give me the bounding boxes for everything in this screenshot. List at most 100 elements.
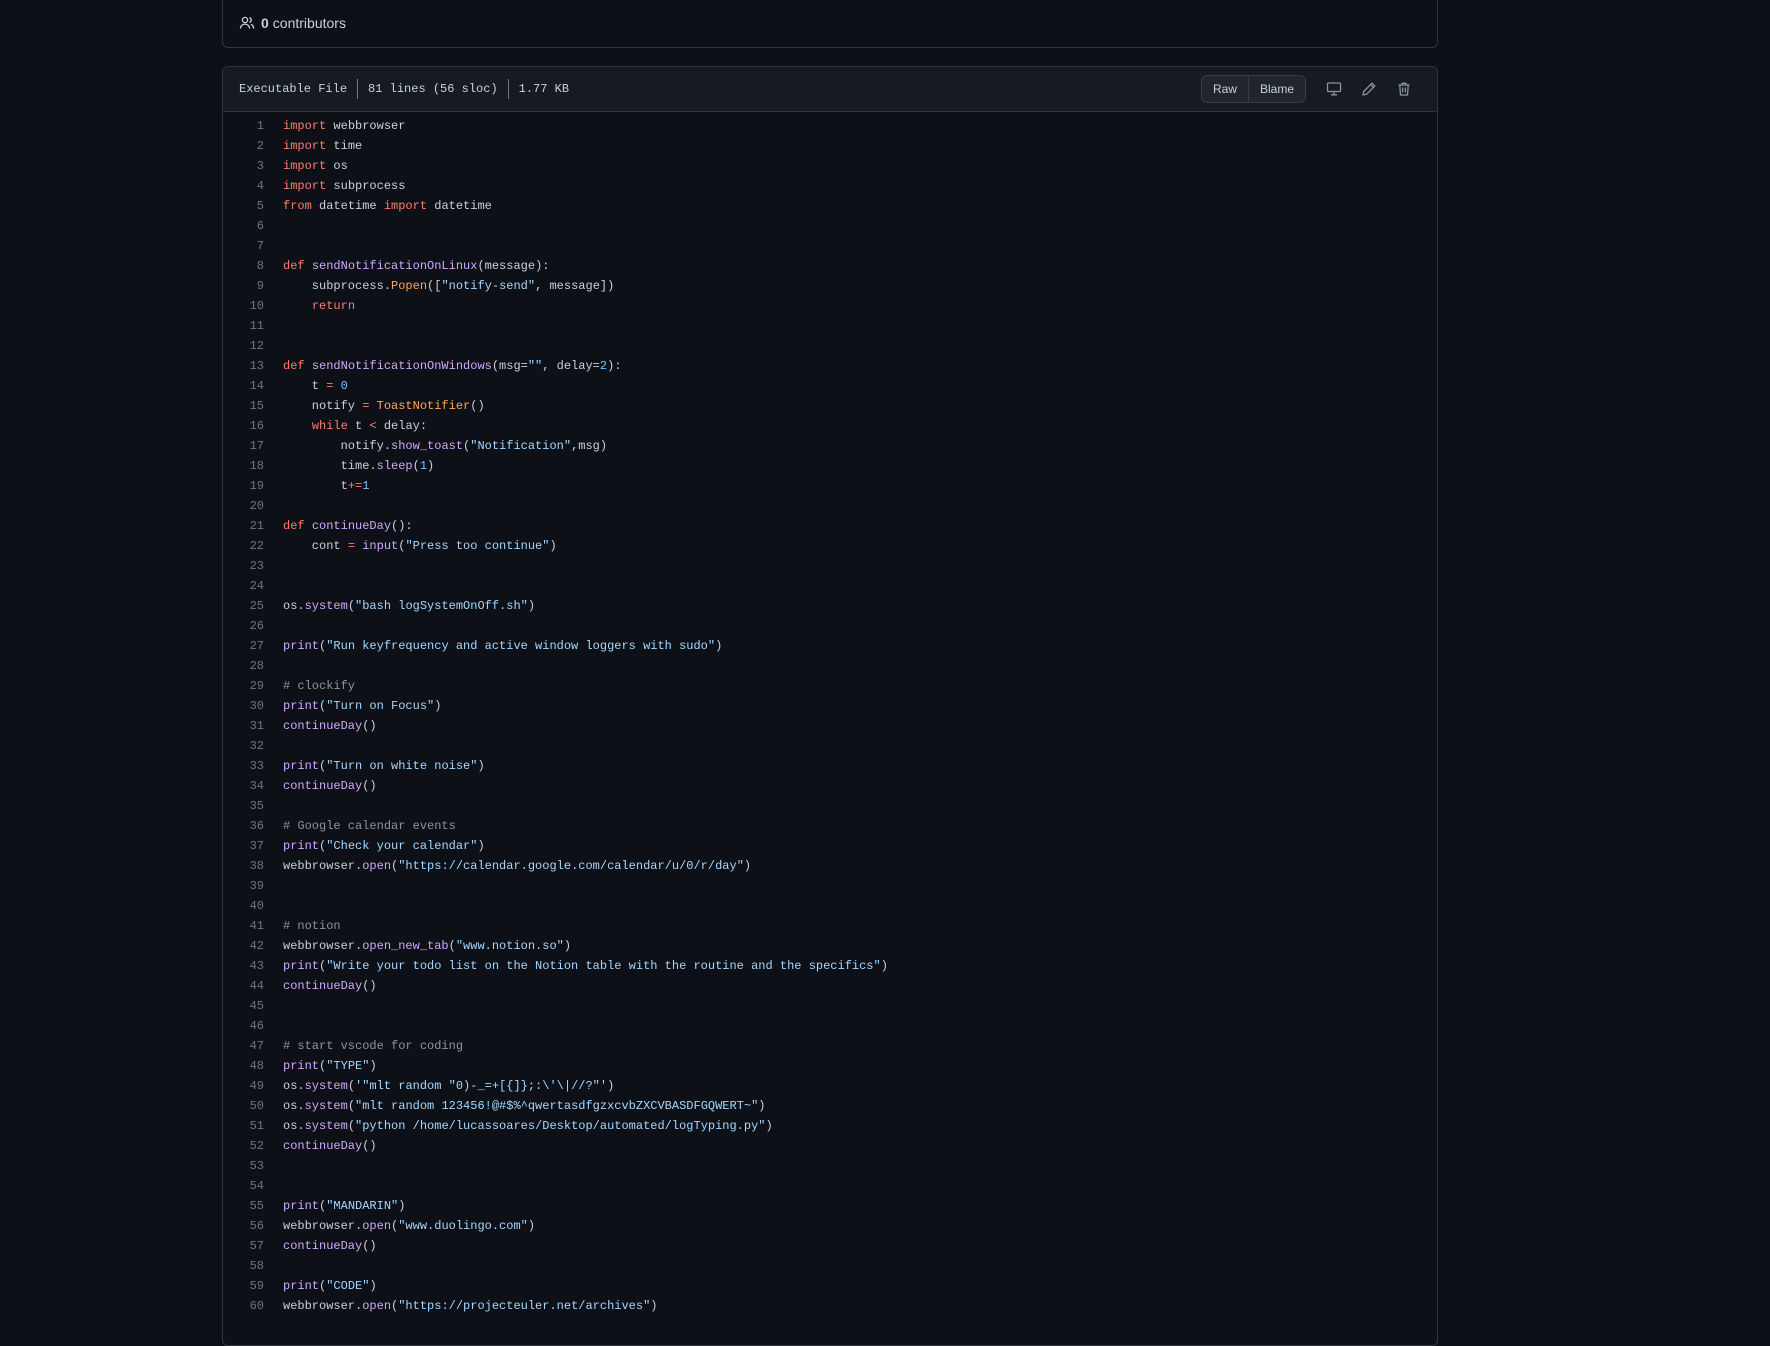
line-content: continueDay() bbox=[283, 976, 377, 996]
line-number[interactable]: 39 bbox=[223, 876, 283, 896]
code-token: ) bbox=[880, 959, 888, 973]
line-content: webbrowser.open("https://projecteuler.ne… bbox=[283, 1296, 657, 1316]
line-content: continueDay() bbox=[283, 1236, 377, 1256]
line-number[interactable]: 10 bbox=[223, 296, 283, 316]
line-number[interactable]: 60 bbox=[223, 1296, 283, 1316]
line-number[interactable]: 37 bbox=[223, 836, 283, 856]
code-token: "Turn on white noise" bbox=[326, 759, 478, 773]
line-number[interactable]: 49 bbox=[223, 1076, 283, 1096]
line-number[interactable]: 5 bbox=[223, 196, 283, 216]
code-token: notify bbox=[283, 399, 363, 413]
line-number[interactable]: 1 bbox=[223, 116, 283, 136]
line-number[interactable]: 36 bbox=[223, 816, 283, 836]
line-number[interactable]: 44 bbox=[223, 976, 283, 996]
line-number[interactable]: 51 bbox=[223, 1116, 283, 1136]
code-token: ) bbox=[427, 459, 435, 473]
line-number[interactable]: 58 bbox=[223, 1256, 283, 1276]
line-number[interactable]: 15 bbox=[223, 396, 283, 416]
code-token: notify. bbox=[283, 439, 392, 453]
line-number[interactable]: 14 bbox=[223, 376, 283, 396]
code-token: ( bbox=[347, 1099, 356, 1113]
code-line: 51 os.system("python /home/lucassoares/De… bbox=[223, 1116, 1437, 1136]
code-line: 28 bbox=[223, 656, 1437, 676]
line-number[interactable]: 22 bbox=[223, 536, 283, 556]
line-content: print("Check your calendar") bbox=[283, 836, 485, 856]
line-number[interactable]: 59 bbox=[223, 1276, 283, 1296]
line-number[interactable]: 4 bbox=[223, 176, 283, 196]
code-token: "MANDARIN" bbox=[326, 1199, 399, 1213]
line-number[interactable]: 7 bbox=[223, 236, 283, 256]
line-number[interactable]: 43 bbox=[223, 956, 283, 976]
code-line: 22 cont = input("Press too continue") bbox=[223, 536, 1437, 556]
line-number[interactable]: 18 bbox=[223, 456, 283, 476]
code-token: import bbox=[283, 139, 327, 153]
line-number[interactable]: 41 bbox=[223, 916, 283, 936]
code-line: 46 bbox=[223, 1016, 1437, 1036]
line-number[interactable]: 27 bbox=[223, 636, 283, 656]
line-number[interactable]: 55 bbox=[223, 1196, 283, 1216]
code-line: 2 import time bbox=[223, 136, 1437, 156]
code-token: # start vscode for coding bbox=[283, 1039, 464, 1053]
line-number[interactable]: 33 bbox=[223, 756, 283, 776]
blame-button[interactable]: Blame bbox=[1247, 76, 1305, 102]
line-number[interactable]: 25 bbox=[223, 596, 283, 616]
line-number[interactable]: 50 bbox=[223, 1096, 283, 1116]
line-number[interactable]: 13 bbox=[223, 356, 283, 376]
line-number[interactable]: 31 bbox=[223, 716, 283, 736]
line-content: webbrowser.open_new_tab("www.notion.so") bbox=[283, 936, 571, 956]
line-number[interactable]: 34 bbox=[223, 776, 283, 796]
code-token: webbrowser. bbox=[283, 939, 363, 953]
line-number[interactable]: 57 bbox=[223, 1236, 283, 1256]
line-number[interactable]: 21 bbox=[223, 516, 283, 536]
code-token: "https://calendar.google.com/calendar/u/… bbox=[398, 859, 744, 873]
code-line: 10 return bbox=[223, 296, 1437, 316]
code-token: ) bbox=[607, 1079, 615, 1093]
line-content: webbrowser.open("https://calendar.google… bbox=[283, 856, 751, 876]
code-token: system bbox=[304, 1099, 348, 1113]
line-number[interactable]: 52 bbox=[223, 1136, 283, 1156]
line-number[interactable]: 11 bbox=[223, 316, 283, 336]
line-number[interactable]: 46 bbox=[223, 1016, 283, 1036]
line-number[interactable]: 16 bbox=[223, 416, 283, 436]
line-number[interactable]: 29 bbox=[223, 676, 283, 696]
line-number[interactable]: 23 bbox=[223, 556, 283, 576]
line-number[interactable]: 28 bbox=[223, 656, 283, 676]
line-number[interactable]: 42 bbox=[223, 936, 283, 956]
line-number[interactable]: 6 bbox=[223, 216, 283, 236]
line-number[interactable]: 35 bbox=[223, 796, 283, 816]
pencil-icon[interactable] bbox=[1351, 75, 1386, 103]
code-line: 58 bbox=[223, 1256, 1437, 1276]
trash-icon[interactable] bbox=[1386, 75, 1421, 103]
code-line: 48 print("TYPE") bbox=[223, 1056, 1437, 1076]
line-number[interactable]: 9 bbox=[223, 276, 283, 296]
line-number[interactable]: 26 bbox=[223, 616, 283, 636]
line-number[interactable]: 30 bbox=[223, 696, 283, 716]
line-number[interactable]: 38 bbox=[223, 856, 283, 876]
line-number[interactable]: 24 bbox=[223, 576, 283, 596]
line-number[interactable]: 2 bbox=[223, 136, 283, 156]
line-number[interactable]: 53 bbox=[223, 1156, 283, 1176]
code-token: ToastNotifier bbox=[376, 399, 471, 413]
raw-button[interactable]: Raw bbox=[1201, 76, 1248, 102]
line-number[interactable]: 12 bbox=[223, 336, 283, 356]
code-line: 25 os.system("bash logSystemOnOff.sh") bbox=[223, 596, 1437, 616]
line-number[interactable]: 56 bbox=[223, 1216, 283, 1236]
line-number[interactable]: 19 bbox=[223, 476, 283, 496]
line-number[interactable]: 20 bbox=[223, 496, 283, 516]
line-number[interactable]: 32 bbox=[223, 736, 283, 756]
line-number[interactable]: 48 bbox=[223, 1056, 283, 1076]
line-number[interactable]: 17 bbox=[223, 436, 283, 456]
line-number[interactable]: 47 bbox=[223, 1036, 283, 1056]
line-content: os.system("python /home/lucassoares/Desk… bbox=[283, 1116, 773, 1136]
desktop-icon[interactable] bbox=[1316, 75, 1351, 103]
line-number[interactable]: 45 bbox=[223, 996, 283, 1016]
code-token: open_new_tab bbox=[362, 939, 449, 953]
line-number[interactable]: 8 bbox=[223, 256, 283, 276]
line-content: print("CODE") bbox=[283, 1276, 377, 1296]
line-number[interactable]: 40 bbox=[223, 896, 283, 916]
code-token: 2 bbox=[599, 359, 608, 373]
code-token: subprocess bbox=[326, 179, 406, 193]
line-number[interactable]: 54 bbox=[223, 1176, 283, 1196]
line-number[interactable]: 3 bbox=[223, 156, 283, 176]
